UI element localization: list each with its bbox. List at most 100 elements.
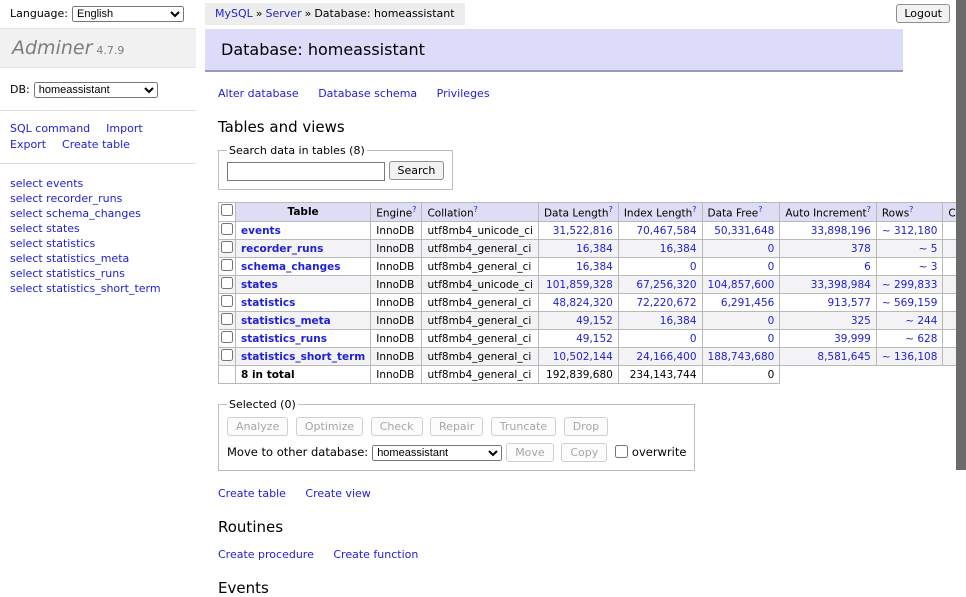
index-length-link[interactable]: 72,220,672 [636,297,696,309]
truncate-button[interactable]: Truncate [491,417,556,436]
row-checkbox[interactable] [221,331,233,343]
analyze-button[interactable]: Analyze [227,417,288,436]
data-length-link[interactable]: 31,522,816 [553,225,613,237]
create-procedure-link[interactable]: Create procedure [218,548,314,561]
table-link[interactable]: events [241,225,281,237]
rows-count-link[interactable]: ~ 569,159 [882,297,938,309]
row-checkbox[interactable] [221,223,233,235]
help-icon[interactable]: ? [692,205,696,214]
table-link[interactable]: statistics_short_term [241,351,365,363]
data-free-link[interactable]: 188,743,680 [708,351,775,363]
data-free-link[interactable]: 0 [768,243,775,255]
sidebar-item-select-schema-changes[interactable]: select schema_changes [10,206,196,221]
rows-count-link[interactable]: ~ 244 [905,315,937,327]
create-function-link[interactable]: Create function [333,548,418,561]
table-link[interactable]: statistics_runs [241,333,327,345]
data-free-link[interactable]: 0 [768,333,775,345]
help-icon[interactable]: ? [867,205,871,214]
row-checkbox[interactable] [221,295,233,307]
create-table-link-side[interactable]: Create table [62,138,130,151]
index-length-link[interactable]: 24,166,400 [636,351,696,363]
auto-increment-link[interactable]: 33,898,196 [811,225,871,237]
data-free-link[interactable]: 6,291,456 [721,297,774,309]
sidebar-item-select-statistics-runs[interactable]: select statistics_runs [10,266,196,281]
index-length-link[interactable]: 16,384 [660,243,697,255]
index-length-link[interactable]: 0 [690,333,697,345]
data-length-link[interactable]: 49,152 [576,333,613,345]
move-db-select[interactable]: homeassistant [372,445,502,461]
select-all-checkbox[interactable] [221,204,233,216]
data-length-link[interactable]: 10,502,144 [553,351,613,363]
index-length-link[interactable]: 70,467,584 [636,225,696,237]
db-select[interactable]: homeassistant [34,82,158,98]
help-icon[interactable]: ? [474,205,478,214]
rows-count-link[interactable]: ~ 312,180 [882,225,938,237]
rows-count-link[interactable]: ~ 136,108 [882,351,938,363]
table-link[interactable]: statistics_meta [241,315,331,327]
sidebar-item-select-recorder-runs[interactable]: select recorder_runs [10,191,196,206]
check-button[interactable]: Check [371,417,423,436]
row-checkbox[interactable] [221,313,233,325]
row-checkbox[interactable] [221,277,233,289]
create-table-link[interactable]: Create table [218,487,286,500]
copy-button[interactable]: Copy [561,443,607,462]
auto-increment-link[interactable]: 6 [864,261,871,273]
data-length-link[interactable]: 101,859,328 [546,279,613,291]
data-length-link[interactable]: 48,824,320 [553,297,613,309]
search-button[interactable]: Search [389,161,445,180]
data-free-link[interactable]: 0 [768,315,775,327]
overwrite-checkbox[interactable] [615,445,628,458]
privileges-link[interactable]: Privileges [437,87,490,100]
auto-increment-link[interactable]: 33,398,984 [811,279,871,291]
export-link[interactable]: Export [10,138,46,151]
auto-increment-link[interactable]: 913,577 [827,297,870,309]
help-icon[interactable]: ? [412,205,416,214]
data-length-link[interactable]: 49,152 [576,315,613,327]
sidebar-item-select-states[interactable]: select states [10,221,196,236]
rows-count-link[interactable]: ~ 3 [919,261,938,273]
alter-database-link[interactable]: Alter database [218,87,299,100]
optimize-button[interactable]: Optimize [296,417,363,436]
index-length-link[interactable]: 16,384 [660,315,697,327]
sidebar-item-select-statistics[interactable]: select statistics [10,236,196,251]
table-link[interactable]: states [241,279,278,291]
breadcrumb-server-link[interactable]: Server [266,7,302,20]
create-view-link[interactable]: Create view [305,487,370,500]
data-free-link[interactable]: 0 [768,261,775,273]
data-free-link[interactable]: 104,857,600 [708,279,775,291]
language-select[interactable]: English [72,6,184,22]
sidebar-item-select-events[interactable]: select events [10,176,196,191]
import-link[interactable]: Import [106,122,143,135]
auto-increment-link[interactable]: 39,999 [834,333,871,345]
row-checkbox[interactable] [221,241,233,253]
breadcrumb-mysql-link[interactable]: MySQL [215,7,253,20]
table-link[interactable]: schema_changes [241,261,341,273]
help-icon[interactable]: ? [909,205,913,214]
sidebar-item-select-statistics-short-term[interactable]: select statistics_short_term [10,281,196,296]
sidebar-item-select-statistics-meta[interactable]: select statistics_meta [10,251,196,266]
data-free-link[interactable]: 50,331,648 [714,225,774,237]
database-schema-link[interactable]: Database schema [318,87,417,100]
move-button[interactable]: Move [506,443,554,462]
table-link[interactable]: statistics [241,297,295,309]
repair-button[interactable]: Repair [430,417,483,436]
auto-increment-link[interactable]: 8,581,645 [817,351,870,363]
auto-increment-link[interactable]: 325 [851,315,871,327]
data-length-link[interactable]: 16,384 [576,243,613,255]
help-icon[interactable]: ? [758,205,762,214]
rows-count-link[interactable]: ~ 628 [905,333,937,345]
logout-button[interactable]: Logout [896,4,950,23]
search-input[interactable] [227,162,385,181]
help-icon[interactable]: ? [609,205,613,214]
index-length-link[interactable]: 67,256,320 [636,279,696,291]
scrollbar-thumb[interactable] [956,0,966,470]
rows-count-link[interactable]: ~ 299,833 [882,279,938,291]
table-link[interactable]: recorder_runs [241,243,323,255]
row-checkbox[interactable] [221,349,233,361]
auto-increment-link[interactable]: 378 [851,243,871,255]
sql-command-link[interactable]: SQL command [10,122,90,135]
data-length-link[interactable]: 16,384 [576,261,613,273]
rows-count-link[interactable]: ~ 5 [919,243,938,255]
index-length-link[interactable]: 0 [690,261,697,273]
row-checkbox[interactable] [221,259,233,271]
